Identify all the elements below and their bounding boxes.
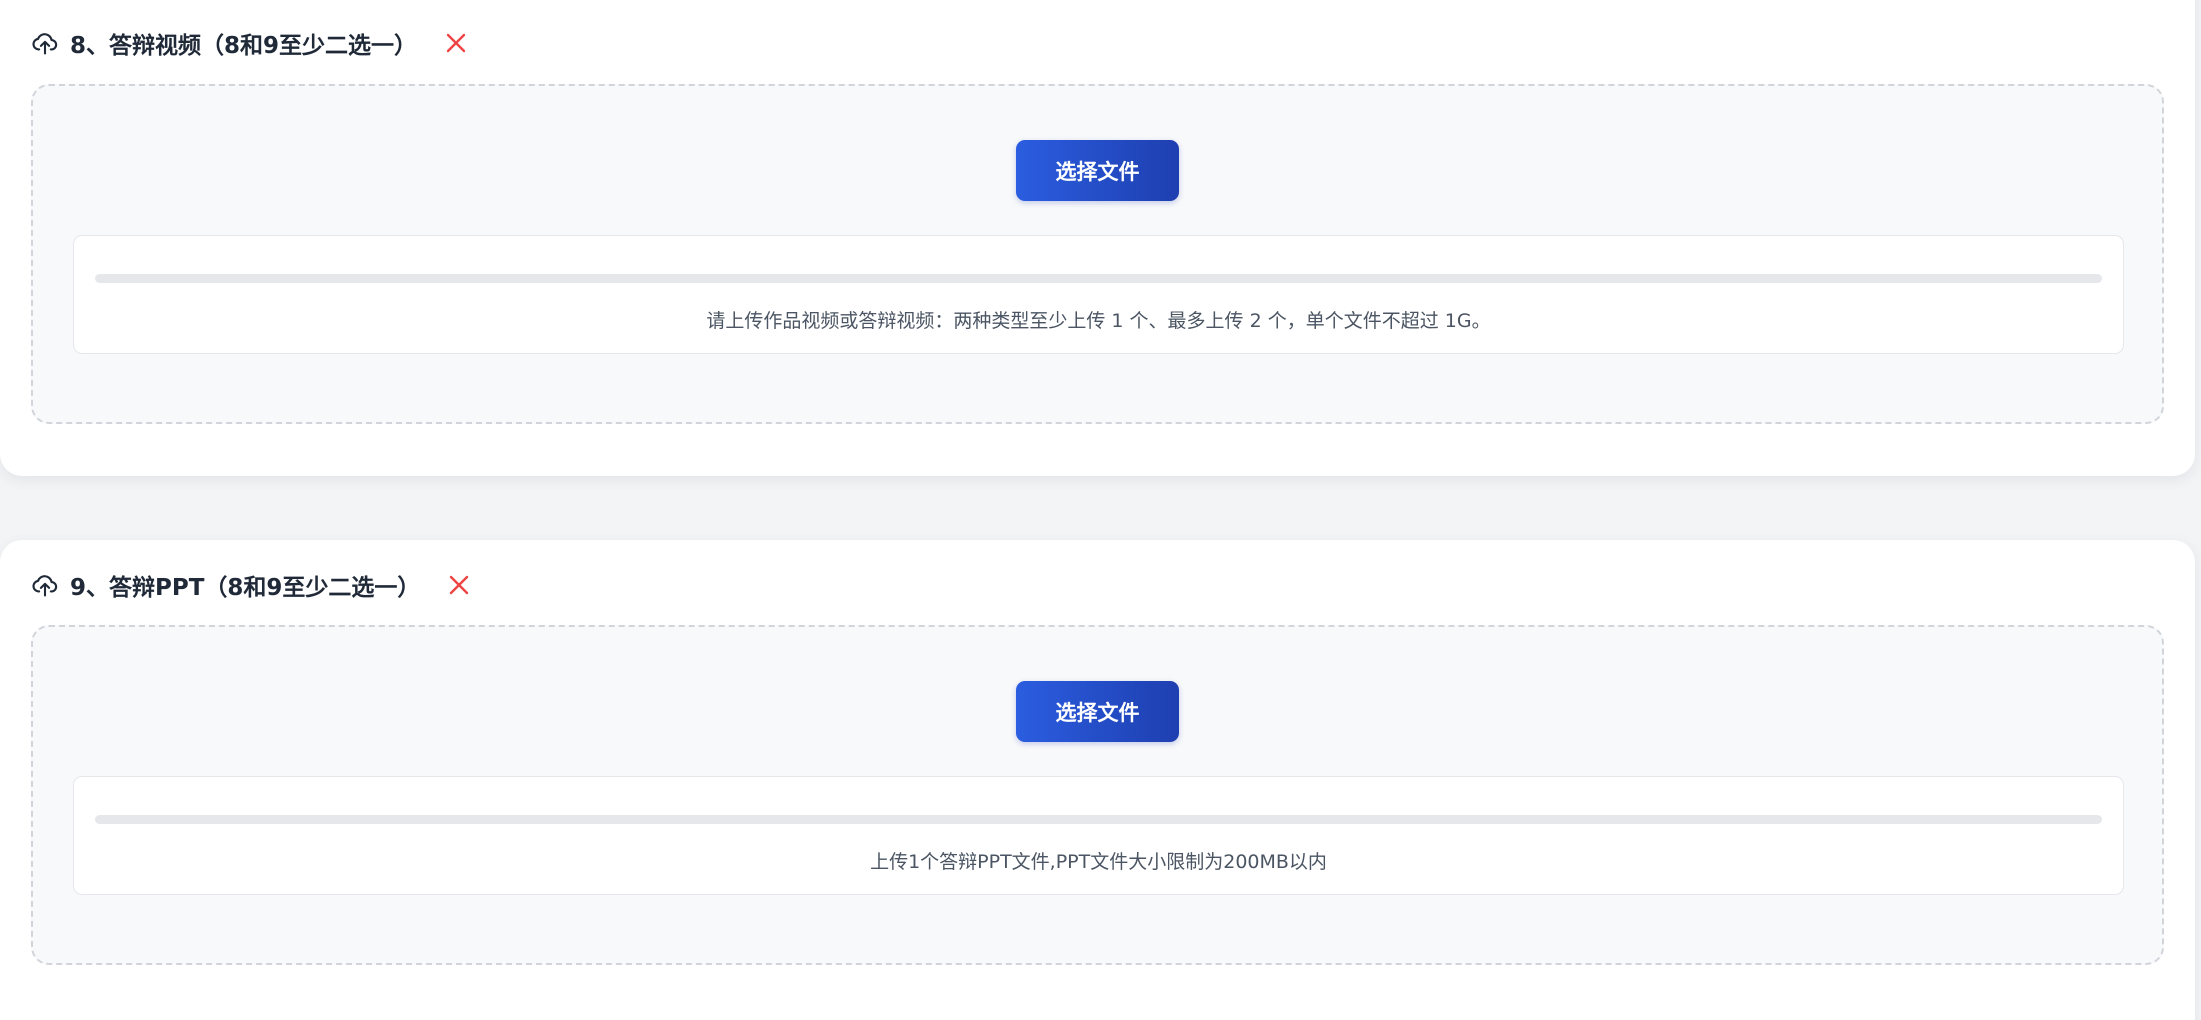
upload-card-ppt: 9、答辩PPT（8和9至少二选一） 选择文件 上传1个答辩PPT文件,PPT文件… (0, 540, 2195, 1020)
close-icon[interactable] (443, 30, 469, 56)
choose-file-button[interactable]: 选择文件 (1016, 140, 1179, 201)
upload-hint: 请上传作品视频或答辩视频：两种类型至少上传 1 个、最多上传 2 个，单个文件不… (706, 310, 1491, 332)
upload-page: 8、答辩视频（8和9至少二选一） 选择文件 请上传作品视频或答辩视频：两种类型至… (0, 0, 2201, 1020)
upload-progress-bar (95, 274, 2102, 283)
cloud-upload-icon (30, 570, 60, 600)
upload-dropzone[interactable]: 选择文件 上传1个答辩PPT文件,PPT文件大小限制为200MB以内 (31, 625, 2164, 965)
close-icon[interactable] (446, 572, 472, 598)
cloud-upload-icon (30, 28, 60, 58)
section-title: 9、答辩PPT（8和9至少二选一） (70, 575, 421, 601)
choose-file-button[interactable]: 选择文件 (1016, 681, 1179, 742)
section-title: 8、答辩视频（8和9至少二选一） (70, 33, 418, 59)
upload-card-video: 8、答辩视频（8和9至少二选一） 选择文件 请上传作品视频或答辩视频：两种类型至… (0, 0, 2195, 476)
card-header: 8、答辩视频（8和9至少二选一） (30, 23, 469, 63)
card-header: 9、答辩PPT（8和9至少二选一） (30, 565, 472, 605)
upload-hint: 上传1个答辩PPT文件,PPT文件大小限制为200MB以内 (870, 851, 1327, 873)
upload-progress-bar (95, 815, 2102, 824)
upload-progress-panel: 上传1个答辩PPT文件,PPT文件大小限制为200MB以内 (73, 776, 2124, 895)
upload-dropzone[interactable]: 选择文件 请上传作品视频或答辩视频：两种类型至少上传 1 个、最多上传 2 个，… (31, 84, 2164, 424)
upload-progress-panel: 请上传作品视频或答辩视频：两种类型至少上传 1 个、最多上传 2 个，单个文件不… (73, 235, 2124, 354)
